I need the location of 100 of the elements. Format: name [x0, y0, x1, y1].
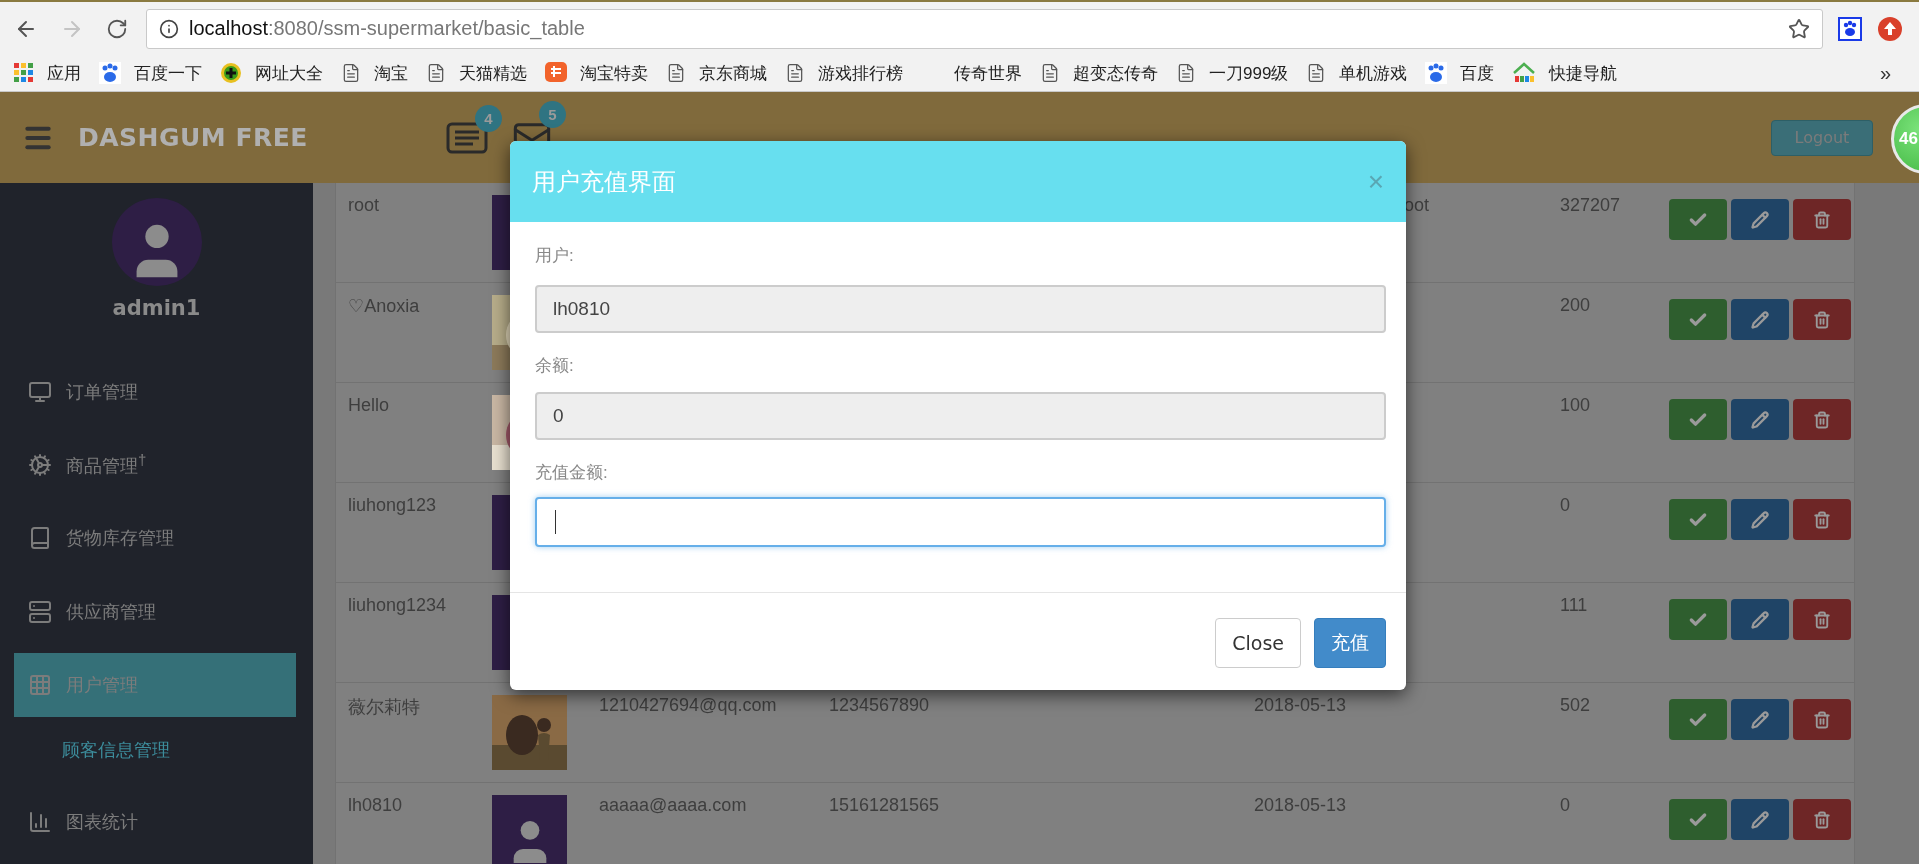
sidebar-item[interactable]: 图表统计 [14, 790, 296, 854]
delete-button[interactable] [1793, 399, 1851, 440]
sidebar-subitem[interactable]: 顾客信息管理 [62, 725, 313, 775]
brand-title: DASHGUM FREE [78, 123, 308, 152]
table-cell-text: 薇尔莉特 [347, 696, 421, 719]
pencil-icon [1751, 410, 1769, 429]
delete-button[interactable] [1793, 599, 1851, 640]
trash-icon [1813, 210, 1831, 229]
bookmark-link[interactable]: 传奇世界 [921, 61, 1022, 85]
dialog-title: 用户充值界面 [532, 166, 677, 197]
bookmark-link[interactable]: 游戏排行榜 [785, 61, 903, 85]
trash-icon [1813, 710, 1831, 729]
pencil-icon [1751, 710, 1769, 729]
shop-logo-icon [545, 62, 567, 84]
paw-extension-icon[interactable] [1837, 15, 1863, 42]
edit-button[interactable] [1731, 399, 1789, 440]
upload-extension-icon[interactable] [1877, 15, 1903, 42]
bookmark-link[interactable]: 淘宝 [341, 61, 408, 85]
bookmark-link[interactable]: 应用 [14, 61, 81, 85]
bookmark-link[interactable]: 天猫精选 [426, 61, 527, 85]
bookmark-link[interactable]: 超变态传奇 [1040, 61, 1158, 85]
delete-button[interactable] [1793, 799, 1851, 840]
bookmark-star-icon[interactable] [1788, 17, 1810, 40]
table-cell-text: liuhong123 [347, 494, 438, 517]
edit-button[interactable] [1731, 199, 1789, 240]
page-icon [426, 63, 446, 83]
table-cell-text: 2018-05-13 [1253, 794, 1348, 817]
reload-icon [106, 17, 128, 40]
table-cell-text: liuhong1234 [347, 594, 448, 617]
pencil-icon [1751, 310, 1769, 329]
confirm-button[interactable] [1669, 299, 1727, 340]
confirm-button[interactable] [1669, 499, 1727, 540]
address-bar[interactable]: localhost:8080/ssm-supermarket/basic_table [146, 8, 1823, 49]
table-cell-text: 2018-05-13 [1253, 694, 1348, 717]
table-cell-text: ♡Anoxia [347, 295, 421, 318]
table-cell-text: 111 [1559, 594, 1589, 617]
sidebar-item[interactable]: 订单管理 [14, 359, 296, 424]
field-label: 充值金额: [535, 462, 609, 483]
apps-icon [14, 63, 34, 83]
gears-icon [28, 452, 52, 477]
table-cell-text: lh0810 [347, 794, 404, 817]
table-cell-text: 0 [1559, 794, 1571, 817]
trash-icon [1813, 610, 1831, 629]
delete-button[interactable] [1793, 199, 1851, 240]
field-label: 用户: [535, 245, 575, 266]
trash-icon [1813, 410, 1831, 429]
table-cell-text: aaaaa@aaaa.com [598, 794, 748, 817]
pencil-icon [1751, 210, 1769, 229]
paw-icon [99, 62, 121, 84]
delete-button[interactable] [1793, 299, 1851, 340]
page-icon [666, 63, 686, 83]
grid-icon [28, 673, 52, 698]
trash-icon [1813, 510, 1831, 529]
confirm-button[interactable] [1669, 699, 1727, 740]
recharge-button[interactable]: 充值 [1314, 618, 1386, 668]
more-bookmarks-button[interactable]: » [1879, 61, 1891, 85]
user-name: admin1 [112, 295, 201, 320]
bookmark-link[interactable]: 快捷导航 [1512, 61, 1618, 85]
table-cell-text: 200 [1559, 294, 1592, 317]
delete-button[interactable] [1793, 499, 1851, 540]
page-icon [785, 63, 805, 83]
bookmark-link[interactable]: 一刀999级 [1176, 61, 1289, 85]
confirm-button[interactable] [1669, 799, 1727, 840]
count-badge: 4 [474, 104, 502, 132]
confirm-button[interactable] [1669, 599, 1727, 640]
input-field[interactable] [535, 497, 1386, 547]
sidebar-item[interactable]: 货物库存管理 [14, 506, 296, 570]
table-cell-text: 502 [1559, 694, 1592, 717]
bookmark-link[interactable]: 淘宝特卖 [545, 61, 648, 85]
confirm-button[interactable] [1669, 199, 1727, 240]
page-icon [1040, 63, 1060, 83]
close-dialog-button[interactable]: Close [1215, 618, 1301, 668]
bookmark-link[interactable]: 单机游戏 [1306, 61, 1408, 85]
monitor-icon [28, 379, 52, 404]
edit-button[interactable] [1731, 599, 1789, 640]
bookmark-link[interactable]: 百度一下 [99, 61, 202, 85]
bookmark-link[interactable]: 网址大全 [220, 61, 323, 85]
bar-chart-icon [28, 810, 52, 835]
edit-button[interactable] [1731, 699, 1789, 740]
bookmark-link[interactable]: 京东商城 [666, 61, 767, 85]
field-label: 余额: [535, 355, 575, 376]
trash-icon [1813, 810, 1831, 829]
pencil-icon [1751, 810, 1769, 829]
trash-icon [1813, 310, 1831, 329]
edit-button[interactable] [1731, 499, 1789, 540]
bookmark-link[interactable]: 百度 [1425, 61, 1495, 85]
edit-button[interactable] [1731, 799, 1789, 840]
table-cell-text: 15161281565 [828, 794, 941, 817]
page-icon [341, 63, 361, 83]
pencil-icon [1751, 610, 1769, 629]
plus-circle-icon [220, 62, 242, 84]
table-cell-text: root [347, 194, 381, 217]
sidebar-item[interactable]: 商品管理$^{†}$ [14, 433, 296, 497]
count-badge: 5 [538, 100, 566, 128]
table-cell-text: 100 [1559, 394, 1592, 417]
edit-button[interactable] [1731, 299, 1789, 340]
table-cell-text: 1234567890 [828, 694, 931, 717]
confirm-button[interactable] [1669, 399, 1727, 440]
sidebar-item[interactable]: 供应商管理 [14, 580, 296, 644]
delete-button[interactable] [1793, 699, 1851, 740]
